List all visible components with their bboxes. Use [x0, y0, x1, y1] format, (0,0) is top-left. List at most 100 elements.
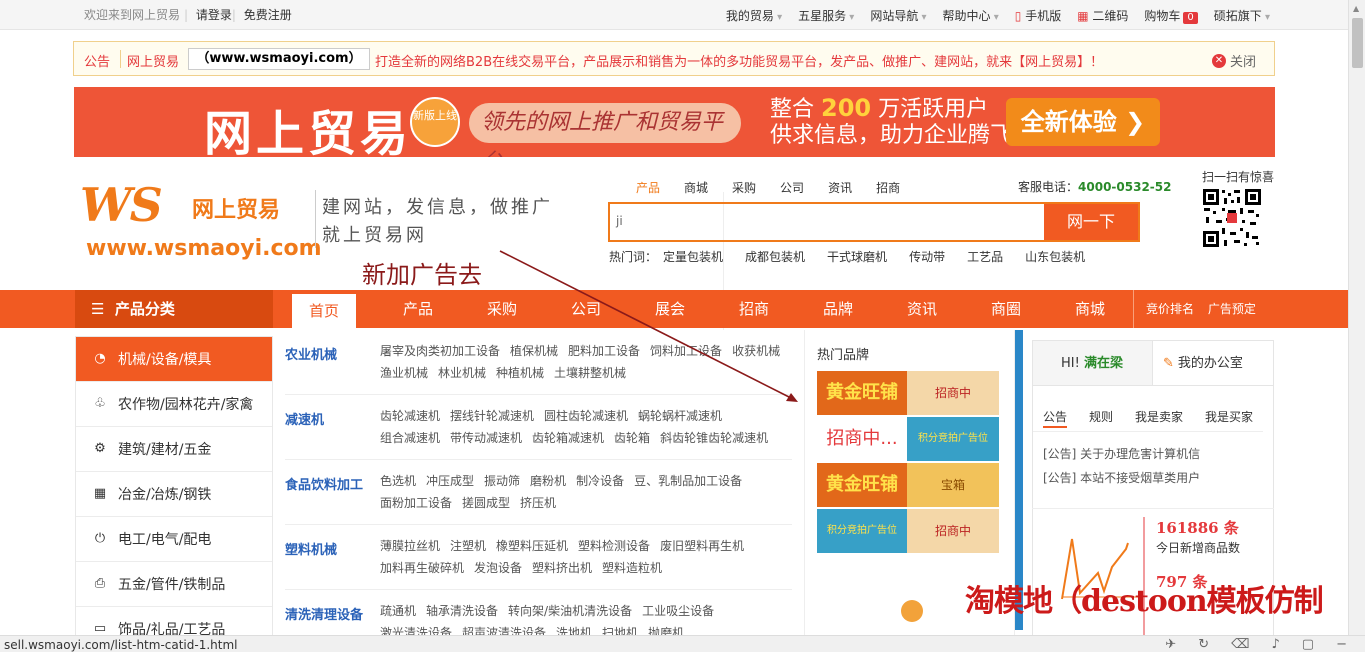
subcategory-link[interactable]: 磨粉机	[530, 470, 566, 492]
nav-link-bidding[interactable]: 竞价排名	[1146, 302, 1194, 316]
subcategory-link[interactable]: 发泡设备	[474, 557, 522, 579]
subcategory-link[interactable]: 塑料造粒机	[602, 557, 662, 579]
qrcode-link[interactable]: ▦ 二维码	[1077, 7, 1128, 24]
nav-item-expo[interactable]: 展会	[628, 290, 712, 328]
notice-item[interactable]: [公告] 本站不接受烟草类用户	[1043, 466, 1263, 490]
subcategory-link[interactable]: 土壤耕整机械	[554, 362, 626, 384]
sidebar-item-hardware[interactable]: ⎙ 五金/管件/铁制品	[76, 562, 272, 607]
subcategory-link[interactable]: 注塑机	[450, 535, 486, 557]
hot-word[interactable]: 传动带	[909, 248, 945, 265]
subcategory-link[interactable]: 橡塑料压延机	[496, 535, 568, 557]
notice-close-button[interactable]: ✕ 关闭	[1211, 51, 1256, 70]
nav-link-ad-booking[interactable]: 广告预定	[1208, 302, 1256, 316]
nav-item-brand[interactable]: 品牌	[796, 290, 880, 328]
nav-item-news[interactable]: 资讯	[880, 290, 964, 328]
page-scrollbar[interactable]: ▲	[1348, 0, 1365, 635]
subcategory-link[interactable]: 屠宰及肉类初加工设备	[380, 340, 500, 362]
pin-icon[interactable]: ✈	[1165, 637, 1176, 652]
promo-banner[interactable]: 网上贸易 新版上线 领先的网上推广和贸易平台 整合 200 万活跃用户 供求信息…	[74, 87, 1275, 157]
nav-item-invest[interactable]: 招商	[712, 290, 796, 328]
nav-item-mall[interactable]: 商城	[1048, 290, 1132, 328]
tab-notice[interactable]: 公告	[1043, 408, 1068, 428]
scroll-thumb[interactable]	[1352, 18, 1363, 68]
nav-item-circle[interactable]: 商圈	[964, 290, 1048, 328]
subcategory-link[interactable]: 色选机	[380, 470, 416, 492]
search-button[interactable]: 网一下	[1044, 204, 1138, 240]
subcategory-link[interactable]: 种植机械	[496, 362, 544, 384]
volume-icon[interactable]: ♪	[1272, 637, 1280, 652]
subcategory-link[interactable]: 薄膜拉丝机	[380, 535, 440, 557]
subcategory-link[interactable]: 齿轮箱减速机	[532, 427, 604, 449]
subcategory-link[interactable]: 工业吸尘设备	[642, 600, 714, 622]
banner-cta-button[interactable]: 全新体验 ❯	[1006, 98, 1160, 146]
brand-ad[interactable]: 黄金旺铺 招商中	[817, 371, 999, 415]
brand-ad[interactable]: 招商中... 积分竞拍广告位	[817, 417, 999, 461]
subcategory-link[interactable]: 斜齿轮锥齿轮减速机	[660, 427, 768, 449]
subcategory-link[interactable]: 植保机械	[510, 340, 558, 362]
subcategory-link[interactable]: 圆柱齿轮减速机	[544, 405, 628, 427]
search-tab-news[interactable]: 资讯	[816, 179, 864, 196]
subcategory-link[interactable]: 齿轮箱	[614, 427, 650, 449]
brand-ad[interactable]: 积分竞拍广告位 招商中	[817, 509, 999, 553]
subcategory-link[interactable]: 制冷设备	[576, 470, 624, 492]
my-trade-menu[interactable]: 我的贸易	[726, 7, 782, 24]
search-tab-product[interactable]: 产品	[624, 179, 672, 196]
login-link[interactable]: 请登录	[196, 8, 232, 22]
search-tab-company[interactable]: 公司	[768, 179, 816, 196]
mobile-link[interactable]: ▯ 手机版	[1015, 7, 1061, 24]
subcategory-link[interactable]: 林业机械	[438, 362, 486, 384]
sidebar-item-construction[interactable]: ⚙ 建筑/建材/五金	[76, 427, 272, 472]
subcategory-link[interactable]: 废旧塑料再生机	[660, 535, 744, 557]
subcategory-title[interactable]: 减速机	[285, 409, 375, 428]
hot-word[interactable]: 成都包装机	[745, 248, 805, 265]
subcategory-title[interactable]: 食品饮料加工	[285, 474, 375, 493]
subcategory-link[interactable]: 豆、乳制品加工设备	[634, 470, 742, 492]
hot-word[interactable]: 定量包装机	[663, 248, 723, 265]
subcategory-link[interactable]: 肥料加工设备	[568, 340, 640, 362]
help-center-menu[interactable]: 帮助中心	[943, 7, 999, 24]
product-category-button[interactable]: ☰ 产品分类	[75, 290, 273, 328]
subcategory-link[interactable]: 轴承清洗设备	[426, 600, 498, 622]
site-nav-menu[interactable]: 网站导航	[870, 7, 926, 24]
five-star-menu[interactable]: 五星服务	[798, 7, 854, 24]
subcategory-link[interactable]: 摆线针轮减速机	[450, 405, 534, 427]
subcategory-link[interactable]: 塑料挤出机	[532, 557, 592, 579]
subcategory-link[interactable]: 挤压机	[520, 492, 556, 514]
subcategory-link[interactable]: 收获机械	[732, 340, 780, 362]
notice-url[interactable]: （www.wsmaoyi.com）	[188, 48, 370, 70]
site-logo[interactable]: WS 网上贸易 www.wsmaoyi.com	[80, 178, 724, 514]
search-tab-invest[interactable]: 招商	[864, 179, 912, 196]
subcategory-title[interactable]: 农业机械	[285, 344, 375, 363]
subcategory-link[interactable]: 塑料检测设备	[578, 535, 650, 557]
subcategory-link[interactable]: 带传动减速机	[450, 427, 522, 449]
subcategory-link[interactable]: 疏通机	[380, 600, 416, 622]
tab-buyer[interactable]: 我是买家	[1205, 408, 1253, 431]
sidebar-item-metallurgy[interactable]: ▦ 冶金/冶炼/钢铁	[76, 472, 272, 517]
notice-item[interactable]: [公告] 关于办理危害计算机信	[1043, 442, 1263, 466]
subcategory-link[interactable]: 转向架/柴油机清洗设备	[508, 600, 632, 622]
register-link[interactable]: 免费注册	[244, 8, 292, 22]
subcategory-title[interactable]: 清洗清理设备	[285, 604, 375, 623]
search-tab-mall[interactable]: 商城	[672, 179, 720, 196]
subcategory-link[interactable]: 蜗轮蜗杆减速机	[638, 405, 722, 427]
subcategory-link[interactable]: 组合减速机	[380, 427, 440, 449]
scroll-up-icon[interactable]: ▲	[1353, 4, 1359, 13]
hot-word[interactable]: 山东包装机	[1025, 248, 1085, 265]
nav-item-purchase[interactable]: 采购	[460, 290, 544, 328]
subcategory-link[interactable]: 加料再生破碎机	[380, 557, 464, 579]
tab-rules[interactable]: 规则	[1089, 408, 1113, 431]
subcategory-link[interactable]: 齿轮减速机	[380, 405, 440, 427]
sidebar-item-agriculture[interactable]: ♧ 农作物/园林花卉/家禽	[76, 382, 272, 427]
group-menu[interactable]: 硕拓旗下	[1214, 7, 1270, 24]
tab-seller[interactable]: 我是卖家	[1135, 408, 1183, 431]
subcategory-link[interactable]: 渔业机械	[380, 362, 428, 384]
nav-item-home[interactable]: 首页	[292, 294, 356, 328]
refresh-icon[interactable]: ↻	[1198, 637, 1209, 652]
subcategory-link[interactable]: 面粉加工设备	[380, 492, 452, 514]
hot-word[interactable]: 工艺品	[967, 248, 1003, 265]
trash-icon[interactable]: ⌫	[1231, 637, 1249, 652]
subcategory-title[interactable]: 塑料机械	[285, 539, 375, 558]
subcategory-link[interactable]: 饲料加工设备	[650, 340, 722, 362]
minimize-icon[interactable]: −	[1336, 637, 1347, 652]
brand-ad[interactable]: 黄金旺铺 宝箱	[817, 463, 999, 507]
